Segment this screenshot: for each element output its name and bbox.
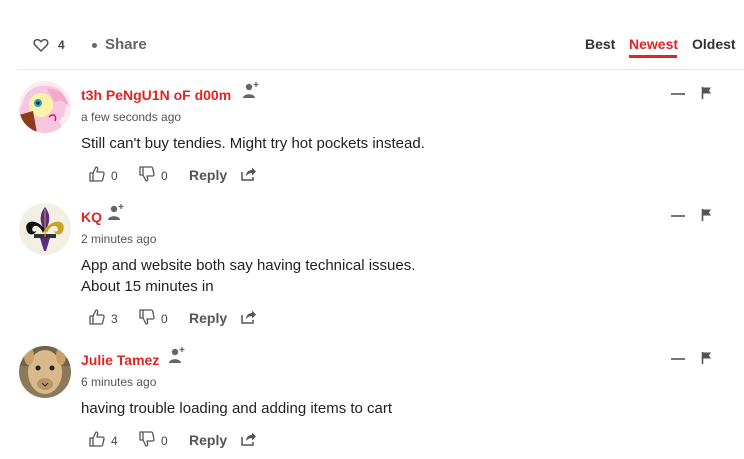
downvote-count: 0	[161, 312, 168, 326]
avatar[interactable]	[19, 81, 71, 133]
comment-author[interactable]: t3h PeNgU1N oF d00m	[81, 87, 231, 103]
follow-user-icon[interactable]	[242, 81, 260, 99]
share-icon[interactable]	[240, 309, 257, 325]
comment-timestamp[interactable]: 6 minutes ago	[81, 375, 156, 389]
comment-author[interactable]: Julie Tamez	[81, 352, 159, 368]
thumbs-down-icon[interactable]	[138, 308, 156, 326]
like-count: 4	[58, 38, 65, 52]
comment-timestamp[interactable]: 2 minutes ago	[81, 232, 156, 246]
comment-text-line: About 15 minutes in	[81, 278, 214, 295]
discussion-toolbar: 4 Share Best Newest Oldest	[0, 0, 744, 70]
flag-icon[interactable]	[701, 208, 713, 222]
share-icon[interactable]	[240, 431, 257, 447]
comment-body: having trouble loading and adding items …	[81, 398, 392, 419]
flag-icon[interactable]	[701, 351, 713, 365]
reply-button[interactable]: Reply	[189, 167, 227, 183]
comment-author[interactable]: KQ	[81, 209, 102, 225]
upvote-count: 0	[111, 169, 118, 183]
follow-user-icon[interactable]	[168, 346, 186, 364]
reply-button[interactable]: Reply	[189, 432, 227, 448]
heart-icon[interactable]	[33, 37, 49, 53]
follow-user-icon[interactable]	[107, 203, 125, 221]
comment-text-line: Still can't buy tendies. Might try hot p…	[81, 135, 425, 152]
comment-body: Still can't buy tendies. Might try hot p…	[81, 133, 425, 154]
sort-tab-newest[interactable]: Newest	[629, 36, 678, 52]
comment-text-line: having trouble loading and adding items …	[81, 400, 393, 417]
collapse-icon[interactable]	[671, 93, 685, 95]
flag-icon[interactable]	[701, 86, 713, 100]
downvote-count: 0	[161, 434, 168, 448]
comment-text-line: App and website both say having technica…	[81, 257, 416, 274]
thumbs-down-icon[interactable]	[138, 165, 156, 183]
thumbs-down-icon[interactable]	[138, 430, 156, 448]
collapse-icon[interactable]	[671, 215, 685, 217]
separator-dot	[92, 43, 97, 48]
share-button[interactable]: Share	[105, 36, 147, 53]
avatar[interactable]	[19, 203, 71, 255]
upvote-count: 3	[111, 312, 118, 326]
upvote-count: 4	[111, 434, 118, 448]
sort-tab-oldest[interactable]: Oldest	[692, 36, 736, 52]
active-tab-indicator	[629, 55, 677, 58]
share-icon[interactable]	[240, 166, 257, 182]
downvote-count: 0	[161, 169, 168, 183]
comment-timestamp[interactable]: a few seconds ago	[81, 110, 181, 124]
collapse-icon[interactable]	[671, 358, 685, 360]
comment-body: App and website both say having technica…	[81, 255, 415, 297]
reply-button[interactable]: Reply	[189, 310, 227, 326]
thumbs-up-icon[interactable]	[88, 165, 106, 183]
sort-tab-best[interactable]: Best	[585, 36, 615, 52]
avatar[interactable]	[19, 346, 71, 398]
thumbs-up-icon[interactable]	[88, 430, 106, 448]
thumbs-up-icon[interactable]	[88, 308, 106, 326]
toolbar-divider	[17, 69, 744, 70]
